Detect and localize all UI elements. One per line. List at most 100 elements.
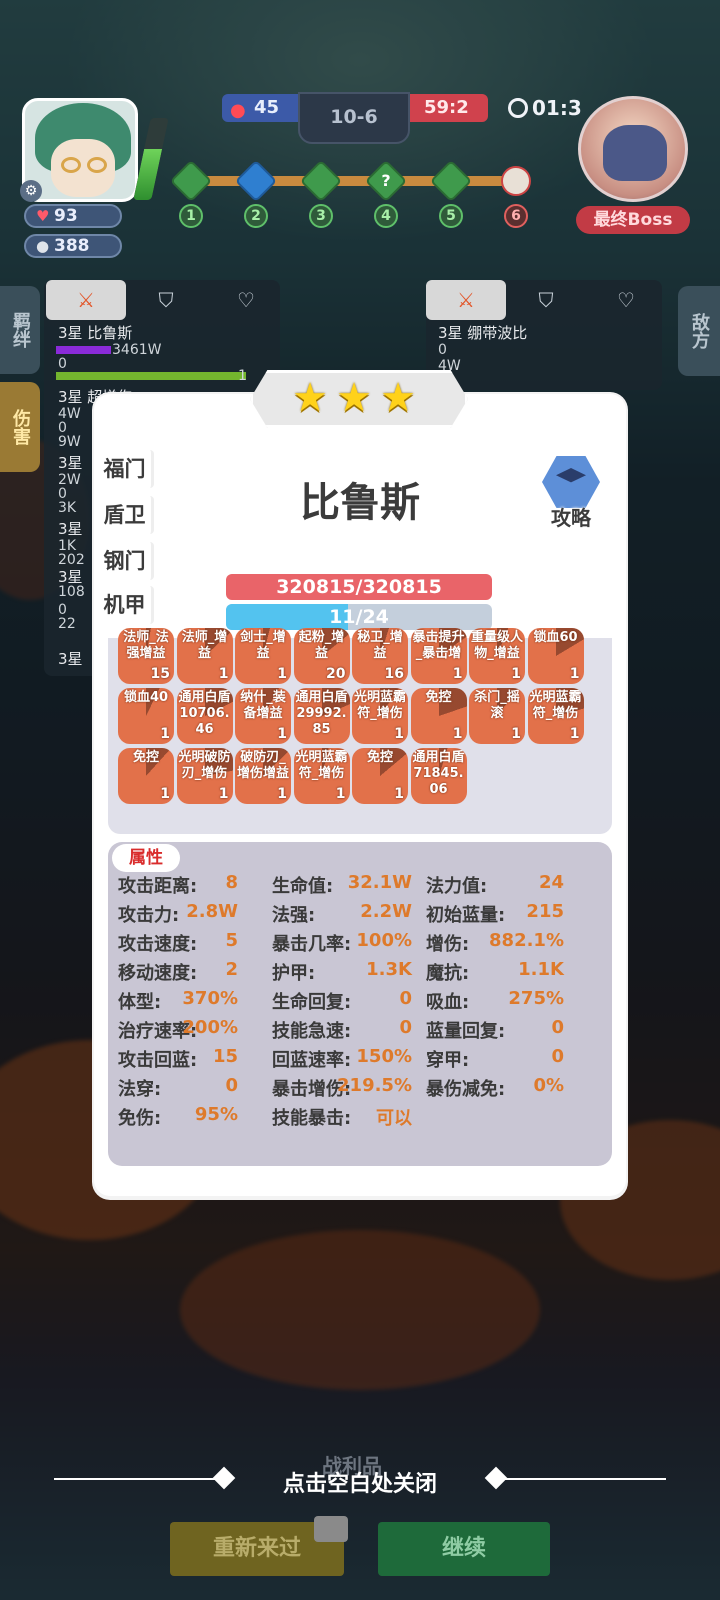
attribute-row: 蓝量回复: 0: [426, 1017, 564, 1043]
attribute-title: 属性: [112, 844, 180, 872]
attribute-value: 219.5%: [337, 1075, 412, 1096]
buff-count: 1: [277, 666, 287, 682]
attribute-value: 可以: [376, 1108, 412, 1129]
attribute-value: 15: [212, 1046, 238, 1067]
buff-grid: 法师_法强增益 15 法师_增益 1 剑士_增益 1 起粉_增益 20 秘卫_增益 16 暴击提升_…: [108, 628, 612, 834]
buff-count: 1: [511, 726, 521, 742]
stage-num: 5: [439, 204, 463, 228]
attribute-value: 0: [551, 1017, 564, 1038]
buff-tile[interactable]: 光明破防刃_增伤 1: [176, 748, 233, 804]
shield-icon[interactable]: ⛉: [506, 280, 586, 320]
attribute-value: 0: [551, 1046, 564, 1067]
buff-tile[interactable]: 秘卫_增益 16: [352, 628, 408, 684]
guide-button[interactable]: 攻略: [536, 456, 606, 530]
trait-item[interactable]: 钢门: [98, 542, 154, 580]
trait-list: 福门 盾卫 钢门 机甲: [94, 438, 156, 638]
buff-tile[interactable]: 暴击提升_暴击增 1: [410, 628, 467, 684]
attribute-row: 技能暴击: 可以: [272, 1104, 412, 1130]
trait-item[interactable]: 机甲: [98, 586, 154, 624]
roster-line: 108: [58, 584, 85, 600]
buff-tile[interactable]: 通用白盾71845.06: [410, 748, 467, 804]
buff-tile[interactable]: 光明蓝霸符_增伤 1: [293, 748, 350, 804]
roster-line: 3星: [58, 454, 83, 472]
continue-button[interactable]: 继续: [378, 1522, 550, 1576]
buff-tile[interactable]: 光明蓝霸符_增伤 1: [527, 688, 584, 744]
attribute-row: 移动速度: 2: [118, 959, 238, 985]
buff-tile[interactable]: 通用白盾29992.85: [293, 688, 350, 744]
buff-name: 光明蓝霸符_增伤: [354, 690, 407, 721]
heal-bar: [56, 372, 246, 380]
hero-mana-bar: 11/24: [226, 604, 492, 630]
tab-bond[interactable]: 羁绊: [0, 286, 40, 374]
attribute-row: 生命回复: 0: [272, 988, 412, 1014]
buff-tile[interactable]: 光明蓝霸符_增伤 1: [352, 688, 408, 744]
attribute-row: 体型: 370%: [118, 988, 238, 1014]
buff-tile[interactable]: 通用白盾10706.46: [176, 688, 233, 744]
buff-name: 起粉_增益: [298, 630, 345, 661]
buff-name: 免控: [366, 750, 393, 765]
attribute-value: 200%: [182, 1017, 238, 1038]
buff-name: 通用白盾29992.85: [295, 690, 348, 737]
heart-icon: ♥: [36, 207, 50, 225]
attribute-value: 5: [225, 930, 238, 951]
buff-tile[interactable]: 免控 1: [410, 688, 467, 744]
buff-tile[interactable]: 起粉_增益 20: [293, 628, 350, 684]
buff-name: 免控: [132, 750, 159, 765]
boss-label: 最终Boss: [576, 206, 690, 234]
tab-damage[interactable]: 伤害: [0, 382, 40, 472]
attribute-row: 攻击速度: 5: [118, 930, 238, 956]
buff-tile[interactable]: 免控 1: [352, 748, 408, 804]
attribute-value: 95%: [194, 1104, 238, 1125]
buff-count: 20: [326, 666, 346, 682]
attribute-row: 法力值: 24: [426, 872, 564, 898]
blood-drop-icon: ●: [230, 100, 246, 121]
attribute-row: 攻击距离: 8: [118, 872, 238, 898]
trait-item[interactable]: 盾卫: [98, 496, 154, 534]
enemy-panel-tabs: ⚔ ⛉ ♡: [426, 280, 666, 320]
sword-icon[interactable]: ⚔: [426, 280, 506, 320]
tab-enemy[interactable]: 敌方: [678, 286, 720, 376]
attribute-value: 882.1%: [489, 930, 564, 951]
heart-icon[interactable]: ♡: [586, 280, 666, 320]
buff-tile[interactable]: 锁血40 1: [118, 688, 174, 744]
buff-tile[interactable]: 锁血60 1: [527, 628, 584, 684]
player-gold-pill: ● 388: [24, 234, 122, 258]
shield-icon[interactable]: ⛉: [126, 280, 206, 320]
gear-icon[interactable]: ⚙: [20, 180, 42, 202]
buff-tile[interactable]: 法师_法强增益 15: [118, 628, 174, 684]
hero-hp-bar: 320815/320815: [226, 574, 492, 600]
attribute-value: 370%: [182, 988, 238, 1009]
stage-num: 1: [179, 204, 203, 228]
buff-tile[interactable]: 重量级人物_增益 1: [469, 628, 525, 684]
buff-tile[interactable]: 免控 1: [118, 748, 174, 804]
buff-name: 光明蓝霸符_增伤: [529, 690, 582, 721]
boss-avatar[interactable]: [578, 96, 688, 202]
buff-count: 1: [218, 786, 229, 802]
attribute-value: 0: [399, 988, 412, 1009]
buff-tile[interactable]: 破防刃_增伤增益 1: [235, 748, 291, 804]
sword-icon[interactable]: ⚔: [46, 280, 126, 320]
attribute-row: 暴击增伤: 219.5%: [272, 1075, 412, 1101]
buff-name: 暴击提升_暴击增: [412, 630, 465, 661]
buff-name: 杀门_摇滚: [474, 690, 520, 721]
heart-icon[interactable]: ♡: [206, 280, 286, 320]
buff-tile[interactable]: 纳什_装备增益 1: [235, 688, 291, 744]
trait-item[interactable]: 福门: [98, 450, 154, 488]
attribute-row: 免伤: 95%: [118, 1104, 238, 1130]
buff-tile[interactable]: 法师_增益 1: [176, 628, 233, 684]
roster-name: 3星 比鲁斯: [58, 324, 133, 342]
retry-button[interactable]: 重新来过: [170, 1516, 348, 1576]
round-timer: 01:3: [508, 96, 582, 120]
buff-tile[interactable]: 剑士_增益 1: [235, 628, 291, 684]
buff-name: 锁血40: [123, 690, 169, 705]
buff-name: 重量级人物_增益: [471, 630, 524, 661]
roster-name: 3星 绷带波比: [438, 324, 528, 342]
buff-count: 1: [160, 726, 170, 742]
stage-num: 2: [244, 204, 268, 228]
buff-name: 剑士_增益: [240, 630, 286, 661]
buff-tile[interactable]: 杀门_摇滚 1: [469, 688, 525, 744]
buff-count: 1: [277, 726, 287, 742]
hero-name: 比鲁斯: [300, 480, 420, 526]
buff-count: 1: [394, 786, 404, 802]
attribute-row: 暴击几率: 100%: [272, 930, 412, 956]
